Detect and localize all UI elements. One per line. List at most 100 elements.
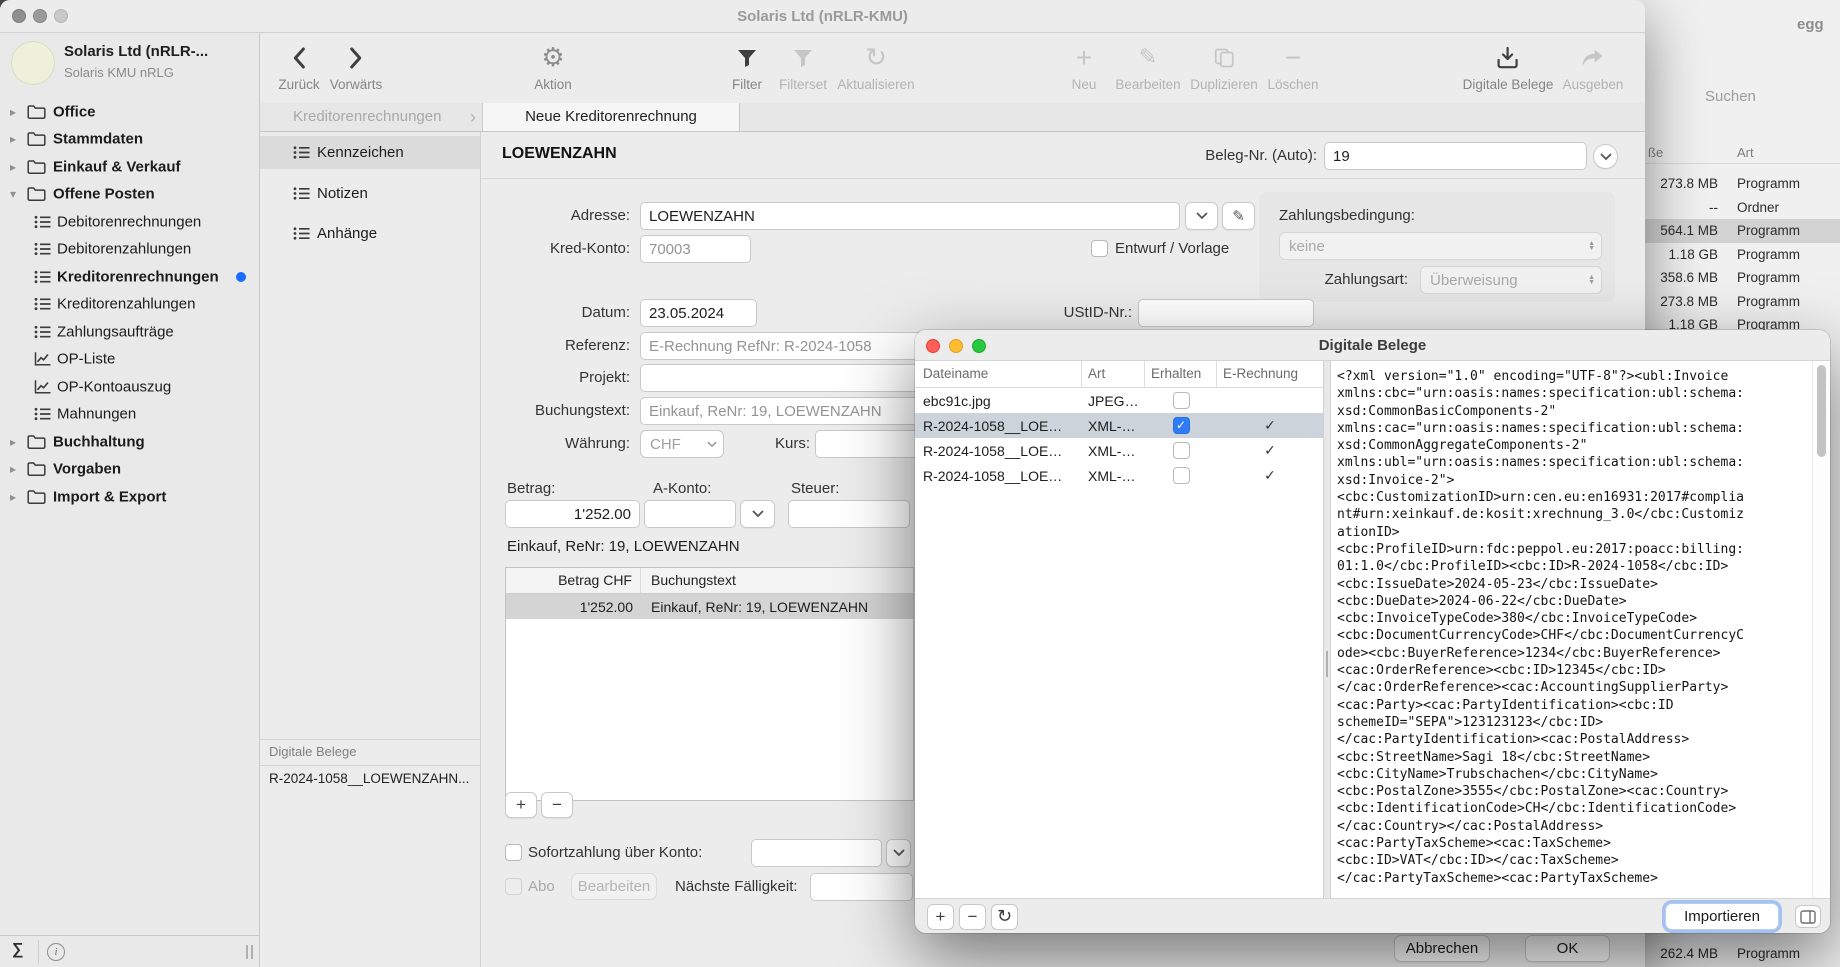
sidebar-item-import-export[interactable]: ▸Import & Export — [0, 483, 259, 511]
sidebar-item-vorgaben[interactable]: ▸Vorgaben — [0, 456, 259, 484]
refresh-button[interactable]: ↻ — [991, 904, 1018, 930]
col-dateiname[interactable]: Dateiname — [915, 361, 1082, 387]
abo-checkbox[interactable] — [505, 878, 522, 895]
toolbar-button-ausgeben[interactable]: Ausgeben — [1563, 40, 1624, 92]
file-row[interactable]: R-2024-1058__LOE…XML-…✓✓ — [915, 413, 1323, 438]
toolbar-button-filter[interactable]: Filter — [732, 40, 762, 92]
toolbar-button-zurueck[interactable]: Zurück — [278, 40, 319, 92]
add-file-button[interactable]: + — [927, 904, 954, 930]
toolbar-button-digitale-belege[interactable]: Digitale Belege — [1463, 40, 1554, 92]
a-konto-dropdown-button[interactable] — [740, 500, 775, 528]
bearbeiten-button[interactable]: Bearbeiten — [571, 873, 657, 900]
remove-row-button[interactable]: − — [541, 792, 573, 818]
col-erhalten[interactable]: Erhalten — [1145, 361, 1217, 387]
column-header-size[interactable]: ße — [1648, 145, 1663, 160]
sidebar-item-buchhaltung[interactable]: ▸Buchhaltung — [0, 428, 259, 456]
position-row[interactable]: 1'252.00 Einkauf, ReNr: 19, LOEWENZAHN — [506, 594, 913, 619]
sidebar-item-kreditorenzahlungen[interactable]: Kreditorenzahlungen — [0, 291, 259, 319]
splitter-grip[interactable] — [246, 945, 253, 959]
sidebar-item-debitorenzahlungen[interactable]: Debitorenzahlungen — [0, 236, 259, 264]
toolbar-button-filterset[interactable]: Filterset — [779, 40, 827, 92]
finder-row[interactable]: 358.6 MBProgramm — [1637, 266, 1840, 290]
adresse-edit-button[interactable]: ✎ — [1222, 202, 1255, 230]
sidebar-item-debitorenrechnungen[interactable]: Debitorenrechnungen — [0, 208, 259, 236]
abbrechen-button[interactable]: Abbrechen — [1394, 935, 1490, 962]
toolbar-button-loeschen[interactable]: −Löschen — [1267, 40, 1318, 92]
info-icon[interactable]: i — [47, 943, 65, 961]
scrollbar-thumb[interactable] — [1817, 365, 1826, 457]
erhalten-checkbox[interactable]: ✓ — [1173, 417, 1190, 434]
toolbar-button-aktualisieren[interactable]: ↻Aktualisieren — [837, 40, 914, 92]
finder-row[interactable]: --Ordner — [1637, 196, 1840, 220]
sidebar-item-zahlungsauftraege[interactable]: Zahlungsaufträge — [0, 318, 259, 346]
tab-active[interactable]: Neue Kreditorenrechnung — [482, 103, 740, 131]
toolbar-button-bearbeiten[interactable]: ✎Bearbeiten — [1115, 40, 1180, 92]
panel-item-notizen[interactable]: Notizen — [260, 177, 480, 210]
pane-divider[interactable] — [1323, 361, 1331, 898]
remove-file-button[interactable]: − — [959, 904, 986, 930]
panel-item-anhaenge[interactable]: Anhänge — [260, 217, 480, 250]
toggle-panel-button[interactable] — [1795, 905, 1821, 928]
importieren-button[interactable]: Importieren — [1665, 903, 1779, 930]
toolbar-button-vorwaerts[interactable]: Vorwärts — [330, 40, 383, 92]
file-row[interactable]: R-2024-1058__LOE…XML-…✓ — [915, 463, 1323, 488]
waehrung-select[interactable]: CHF — [640, 430, 724, 458]
disclosure-collapsed-icon[interactable]: ▸ — [10, 435, 16, 449]
disclosure-collapsed-icon[interactable]: ▸ — [10, 160, 16, 174]
faelligkeit-input[interactable] — [810, 873, 913, 901]
column-header-art[interactable]: Art — [1737, 145, 1754, 160]
toolbar-button-neu[interactable]: +Neu — [1072, 40, 1097, 92]
breadcrumb-previous[interactable]: Kreditorenrechnungen — [293, 103, 441, 131]
sum-icon[interactable]: ∑ — [12, 941, 23, 959]
sidebar-item-op-liste[interactable]: OP-Liste — [0, 346, 259, 374]
erhalten-checkbox[interactable] — [1173, 467, 1190, 484]
close-button[interactable] — [926, 339, 940, 353]
kred-konto-input[interactable]: 70003 — [640, 235, 751, 263]
file-row[interactable]: ebc91c.jpgJPEG… — [915, 388, 1323, 413]
disclosure-collapsed-icon[interactable]: ▸ — [10, 490, 16, 504]
sidebar-item-offene-posten[interactable]: ▾Offene Posten — [0, 181, 259, 209]
erhalten-checkbox[interactable] — [1173, 442, 1190, 459]
col-erechnung[interactable]: E-Rechnung — [1217, 361, 1323, 387]
digitale-belege-file[interactable]: R-2024-1058__LOEWENZAHN... — [269, 771, 474, 786]
ok-button[interactable]: OK — [1525, 935, 1610, 962]
zahlungsbedingung-select[interactable]: keine ▲▼ — [1279, 232, 1602, 260]
panel-item-kennzeichen[interactable]: Kennzeichen — [260, 136, 480, 169]
sidebar-item-einkauf-verkauf[interactable]: ▸Einkauf & Verkauf — [0, 153, 259, 181]
finder-row[interactable]: 564.1 MBProgramm — [1637, 219, 1840, 243]
minimize-button[interactable] — [949, 339, 963, 353]
toolbar-button-aktion[interactable]: ⚙Aktion — [534, 40, 572, 92]
ustid-input[interactable] — [1138, 299, 1314, 327]
betrag-input[interactable]: 1'252.00 — [505, 500, 640, 528]
sidebar-item-office[interactable]: ▸Office — [0, 98, 259, 126]
file-row[interactable]: R-2024-1058__LOE…XML-…✓ — [915, 438, 1323, 463]
disclosure-collapsed-icon[interactable]: ▸ — [10, 132, 16, 146]
sidebar-item-kreditorenrechnungen[interactable]: Kreditorenrechnungen — [0, 263, 259, 291]
add-row-button[interactable]: + — [505, 792, 537, 818]
search-field[interactable]: Suchen — [1705, 88, 1756, 105]
toolbar-button-duplizieren[interactable]: Duplizieren — [1190, 40, 1258, 92]
sidebar-item-stammdaten[interactable]: ▸Stammdaten — [0, 126, 259, 154]
disclosure-collapsed-icon[interactable]: ▸ — [10, 105, 16, 119]
beleg-nr-input[interactable]: 19 — [1324, 142, 1587, 170]
col-betrag-chf[interactable]: Betrag CHF — [506, 568, 641, 593]
adresse-input[interactable]: LOEWENZAHN — [640, 202, 1180, 230]
col-buchungstext[interactable]: Buchungstext — [641, 568, 913, 593]
adresse-dropdown-button[interactable] — [1185, 202, 1218, 230]
sofortzahlung-checkbox[interactable] — [505, 844, 522, 861]
beleg-nr-dropdown-button[interactable] — [1593, 144, 1618, 169]
entwurf-checkbox[interactable] — [1091, 240, 1108, 257]
finder-row[interactable]: 1.18 GBProgramm — [1637, 243, 1840, 267]
zoom-button[interactable] — [972, 339, 986, 353]
disclosure-collapsed-icon[interactable]: ▸ — [10, 462, 16, 476]
sidebar-item-mahnungen[interactable]: Mahnungen — [0, 401, 259, 429]
scrollbar[interactable] — [1812, 361, 1830, 898]
zahlungsart-select[interactable]: Überweisung ▲▼ — [1420, 266, 1602, 294]
finder-row[interactable]: 262.4 MBProgramm — [1637, 942, 1840, 966]
erhalten-checkbox[interactable] — [1173, 392, 1190, 409]
sofortzahlung-konto-input[interactable] — [751, 839, 882, 867]
col-art[interactable]: Art — [1082, 361, 1145, 387]
a-konto-input[interactable] — [644, 500, 736, 528]
sidebar-item-op-kontoauszug[interactable]: OP-Kontoauszug — [0, 373, 259, 401]
finder-row[interactable]: 273.8 MBProgramm — [1637, 290, 1840, 314]
